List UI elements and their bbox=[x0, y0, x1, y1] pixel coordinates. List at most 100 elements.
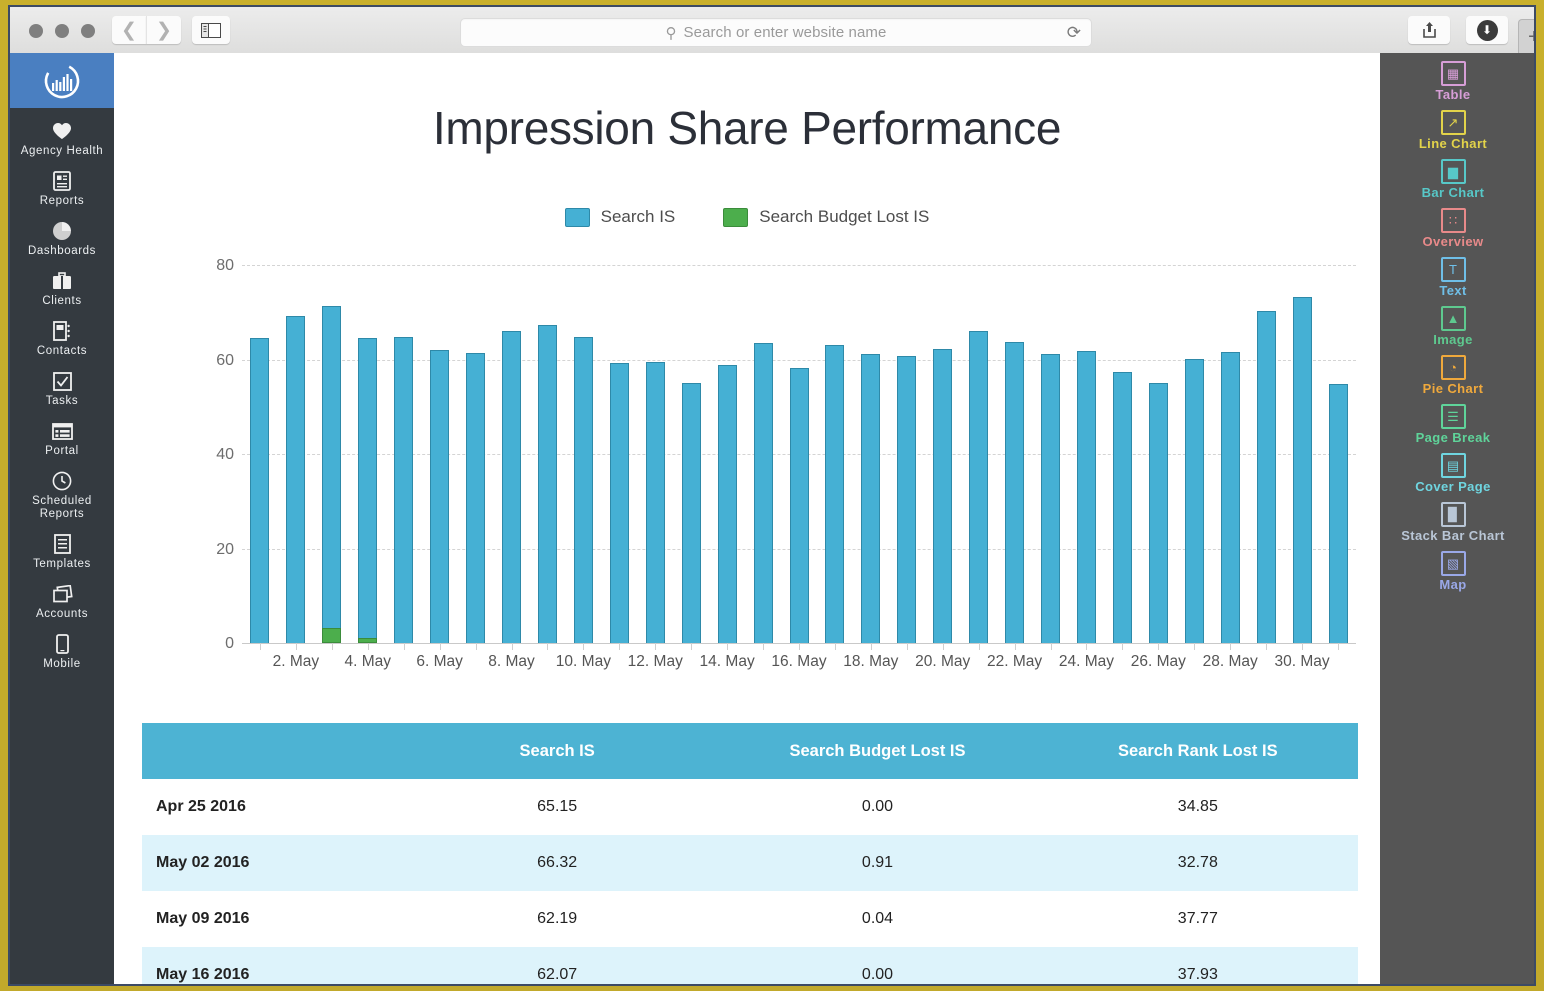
bar-group[interactable] bbox=[997, 265, 1033, 643]
bar-group[interactable] bbox=[925, 265, 961, 643]
minimize-window-button[interactable] bbox=[55, 24, 69, 38]
bar[interactable] bbox=[789, 367, 809, 643]
bar-group[interactable] bbox=[745, 265, 781, 643]
bar-group[interactable] bbox=[314, 265, 350, 643]
widget-text[interactable]: T Text bbox=[1380, 257, 1526, 298]
table-row[interactable]: May 16 2016 62.07 0.00 37.93 bbox=[142, 947, 1358, 984]
bar-group[interactable] bbox=[494, 265, 530, 643]
sidebar-item-clients[interactable]: Clients bbox=[10, 270, 114, 308]
bar-group[interactable] bbox=[422, 265, 458, 643]
address-bar[interactable]: ⚲ Search or enter website name ⟳ bbox=[460, 18, 1092, 47]
widget-stack-bar-chart[interactable]: ▉ Stack Bar Chart bbox=[1380, 502, 1526, 543]
widget-page-break[interactable]: ☰ Page Break bbox=[1380, 404, 1526, 445]
bar-group[interactable] bbox=[637, 265, 673, 643]
bar[interactable] bbox=[502, 331, 522, 643]
bar[interactable] bbox=[1220, 351, 1240, 643]
bar-group[interactable] bbox=[781, 265, 817, 643]
bar[interactable] bbox=[250, 337, 270, 643]
new-tab-button[interactable]: + bbox=[1518, 19, 1534, 54]
app-logo[interactable] bbox=[10, 53, 114, 108]
bar[interactable] bbox=[1292, 297, 1312, 643]
bar-group[interactable] bbox=[853, 265, 889, 643]
bar-group[interactable] bbox=[242, 265, 278, 643]
share-button[interactable] bbox=[1408, 16, 1450, 44]
sidebar-item-templates[interactable]: Templates bbox=[10, 533, 114, 571]
back-button[interactable]: ❮ bbox=[112, 16, 146, 44]
widget-cover-page[interactable]: ▤ Cover Page bbox=[1380, 453, 1526, 494]
bar-group[interactable] bbox=[817, 265, 853, 643]
bar-group[interactable] bbox=[889, 265, 925, 643]
sidebar-item-scheduled-reports[interactable]: Scheduled Reports bbox=[10, 470, 114, 521]
widget-overview[interactable]: ∷ Overview bbox=[1380, 208, 1526, 249]
bar-group[interactable] bbox=[1140, 265, 1176, 643]
bar[interactable] bbox=[753, 342, 773, 643]
bar-group[interactable] bbox=[530, 265, 566, 643]
sidebar-item-dashboards[interactable]: Dashboards bbox=[10, 220, 114, 258]
bar[interactable] bbox=[537, 325, 557, 643]
bar[interactable] bbox=[1077, 351, 1097, 643]
reload-icon[interactable]: ⟳ bbox=[1067, 23, 1081, 43]
table-row[interactable]: Apr 25 2016 65.15 0.00 34.85 bbox=[142, 779, 1358, 835]
close-window-button[interactable] bbox=[29, 24, 43, 38]
bar-group[interactable] bbox=[386, 265, 422, 643]
bar[interactable] bbox=[1112, 371, 1132, 643]
bar[interactable] bbox=[897, 356, 917, 643]
bar[interactable] bbox=[466, 352, 486, 643]
bar[interactable] bbox=[322, 305, 342, 643]
bar[interactable] bbox=[573, 336, 593, 643]
bar[interactable] bbox=[609, 363, 629, 643]
sidebar-item-agency-health[interactable]: Agency Health bbox=[10, 120, 114, 158]
bar[interactable] bbox=[681, 383, 701, 643]
bar[interactable] bbox=[1256, 310, 1276, 643]
bar[interactable] bbox=[1184, 358, 1204, 643]
bar-group[interactable] bbox=[1284, 265, 1320, 643]
bar-group[interactable] bbox=[458, 265, 494, 643]
sidebar-toggle-button[interactable] bbox=[192, 16, 230, 44]
widget-map[interactable]: ▧ Map bbox=[1380, 551, 1526, 592]
bar-group[interactable] bbox=[1320, 265, 1356, 643]
table-row[interactable]: May 09 2016 62.19 0.04 37.77 bbox=[142, 891, 1358, 947]
bar-group[interactable] bbox=[1105, 265, 1141, 643]
bar-group[interactable] bbox=[961, 265, 997, 643]
bar[interactable] bbox=[286, 316, 306, 643]
widget-pie-chart[interactable]: ◔ Pie Chart bbox=[1380, 355, 1526, 396]
bar[interactable] bbox=[969, 331, 989, 643]
forward-button[interactable]: ❯ bbox=[146, 16, 181, 44]
sidebar-item-tasks[interactable]: Tasks bbox=[10, 370, 114, 408]
bar-group[interactable] bbox=[1248, 265, 1284, 643]
bar-group[interactable] bbox=[1069, 265, 1105, 643]
bar-group[interactable] bbox=[278, 265, 314, 643]
bar-group[interactable] bbox=[565, 265, 601, 643]
bar-group[interactable] bbox=[709, 265, 745, 643]
maximize-window-button[interactable] bbox=[81, 24, 95, 38]
bar-group[interactable] bbox=[1033, 265, 1069, 643]
widget-table[interactable]: ▦ Table bbox=[1380, 61, 1526, 102]
bar[interactable] bbox=[933, 349, 953, 643]
bar[interactable] bbox=[645, 361, 665, 643]
bar[interactable] bbox=[825, 344, 845, 643]
bar[interactable] bbox=[1328, 384, 1348, 643]
bar[interactable] bbox=[394, 336, 414, 643]
widget-image[interactable]: ▲ Image bbox=[1380, 306, 1526, 347]
legend-item-search-budget-lost-is[interactable]: Search Budget Lost IS bbox=[723, 207, 929, 227]
bar[interactable] bbox=[358, 337, 378, 643]
legend-item-search-is[interactable]: Search IS bbox=[564, 207, 675, 227]
bar[interactable] bbox=[717, 364, 737, 643]
widget-bar-chart[interactable]: ▆ Bar Chart bbox=[1380, 159, 1526, 200]
sidebar-item-mobile[interactable]: Mobile bbox=[10, 633, 114, 671]
sidebar-item-contacts[interactable]: Contacts bbox=[10, 320, 114, 358]
bar-group[interactable] bbox=[350, 265, 386, 643]
bar-group[interactable] bbox=[601, 265, 637, 643]
bar[interactable] bbox=[430, 349, 450, 643]
sidebar-item-accounts[interactable]: Accounts bbox=[10, 583, 114, 621]
bar-group[interactable] bbox=[1212, 265, 1248, 643]
bar[interactable] bbox=[861, 354, 881, 643]
bar-group[interactable] bbox=[673, 265, 709, 643]
sidebar-item-reports[interactable]: Reports bbox=[10, 170, 114, 208]
downloads-button[interactable]: ⬇ bbox=[1466, 16, 1508, 44]
bar-group[interactable] bbox=[1176, 265, 1212, 643]
widget-line-chart[interactable]: ↗ Line Chart bbox=[1380, 110, 1526, 151]
table-row[interactable]: May 02 2016 66.32 0.91 32.78 bbox=[142, 835, 1358, 891]
bar[interactable] bbox=[1041, 353, 1061, 643]
bar[interactable] bbox=[1005, 341, 1025, 643]
